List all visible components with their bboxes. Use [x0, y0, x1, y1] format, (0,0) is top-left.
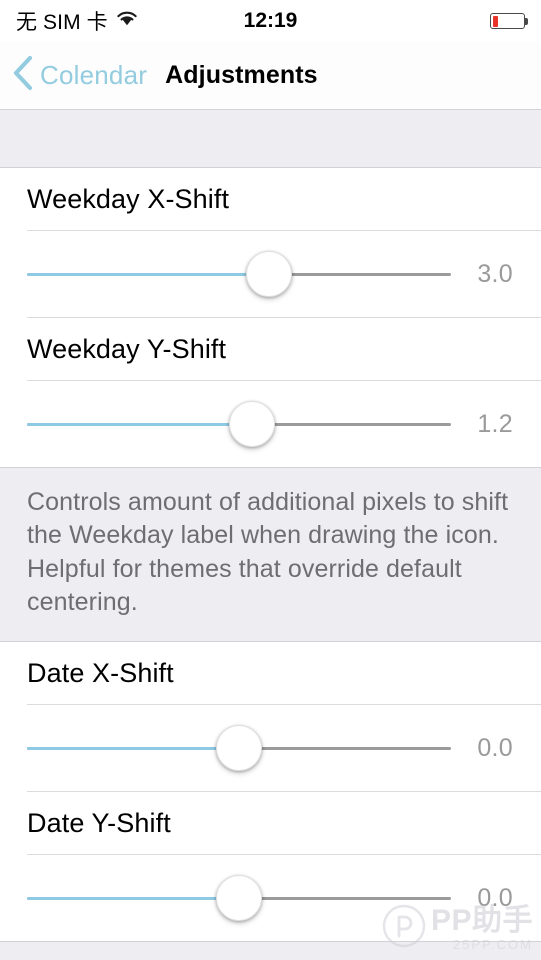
status-bar-right — [490, 13, 528, 29]
battery-icon — [490, 13, 528, 29]
phone-screen: 无 SIM 卡 12:19 Colendar Adjustments Weekd… — [0, 0, 541, 960]
row-label-weekday-x-shift: Weekday X-Shift — [0, 168, 541, 230]
row-label-date-y-shift: Date Y-Shift — [0, 792, 541, 854]
slider-fill — [27, 746, 239, 750]
slider-row-date-x-shift: 0.0 — [0, 705, 541, 791]
slider-thumb[interactable] — [245, 251, 292, 297]
settings-group-weekday: Weekday X-Shift 3.0 Weekday Y-Shift 1.2 — [0, 168, 541, 468]
row-label-weekday-y-shift: Weekday Y-Shift — [0, 318, 541, 380]
setting-label: Date X-Shift — [27, 657, 174, 688]
slider-fill — [27, 422, 252, 426]
slider-value-date-y-shift: 0.0 — [477, 883, 513, 912]
slider-weekday-y-shift[interactable] — [27, 401, 451, 447]
slider-value-weekday-x-shift: 3.0 — [477, 259, 513, 288]
slider-value-weekday-y-shift: 1.2 — [477, 409, 513, 438]
back-button-label: Colendar — [40, 60, 148, 90]
section-footer-text: Controls amount of additional pixels to … — [27, 488, 509, 616]
section-footer-date: Controls amount of additional pixels to … — [0, 942, 541, 960]
slider-date-x-shift[interactable] — [27, 725, 451, 771]
slider-value-date-x-shift: 0.0 — [477, 733, 513, 762]
back-button[interactable]: Colendar — [0, 55, 147, 96]
setting-label: Weekday X-Shift — [27, 183, 230, 214]
settings-group-date: Date X-Shift 0.0 Date Y-Shift 0.0 — [0, 641, 541, 942]
wifi-icon — [115, 9, 139, 33]
slider-row-date-y-shift: 0.0 — [0, 855, 541, 941]
slider-row-weekday-x-shift: 3.0 — [0, 231, 541, 317]
slider-row-weekday-y-shift: 1.2 — [0, 381, 541, 467]
slider-thumb[interactable] — [216, 725, 262, 771]
section-footer-weekday: Controls amount of additional pixels to … — [0, 468, 541, 641]
status-bar: 无 SIM 卡 12:19 — [0, 0, 541, 42]
chevron-left-icon — [12, 55, 34, 96]
slider-thumb[interactable] — [228, 401, 275, 447]
table-top-spacer — [0, 110, 541, 168]
battery-fill — [492, 15, 498, 27]
slider-fill — [27, 272, 269, 276]
battery-cap — [525, 18, 528, 25]
row-label-date-x-shift: Date X-Shift — [0, 642, 541, 704]
setting-label: Weekday Y-Shift — [27, 333, 227, 364]
slider-fill — [27, 896, 239, 900]
navigation-bar: Colendar Adjustments — [0, 42, 541, 110]
slider-thumb[interactable] — [216, 875, 262, 921]
status-bar-left: 无 SIM 卡 — [16, 6, 139, 36]
slider-date-y-shift[interactable] — [27, 875, 451, 921]
setting-label: Date Y-Shift — [27, 807, 171, 838]
page-title: Adjustments — [165, 61, 318, 89]
carrier-label: 无 SIM 卡 — [16, 11, 108, 34]
slider-weekday-x-shift[interactable] — [27, 251, 451, 297]
